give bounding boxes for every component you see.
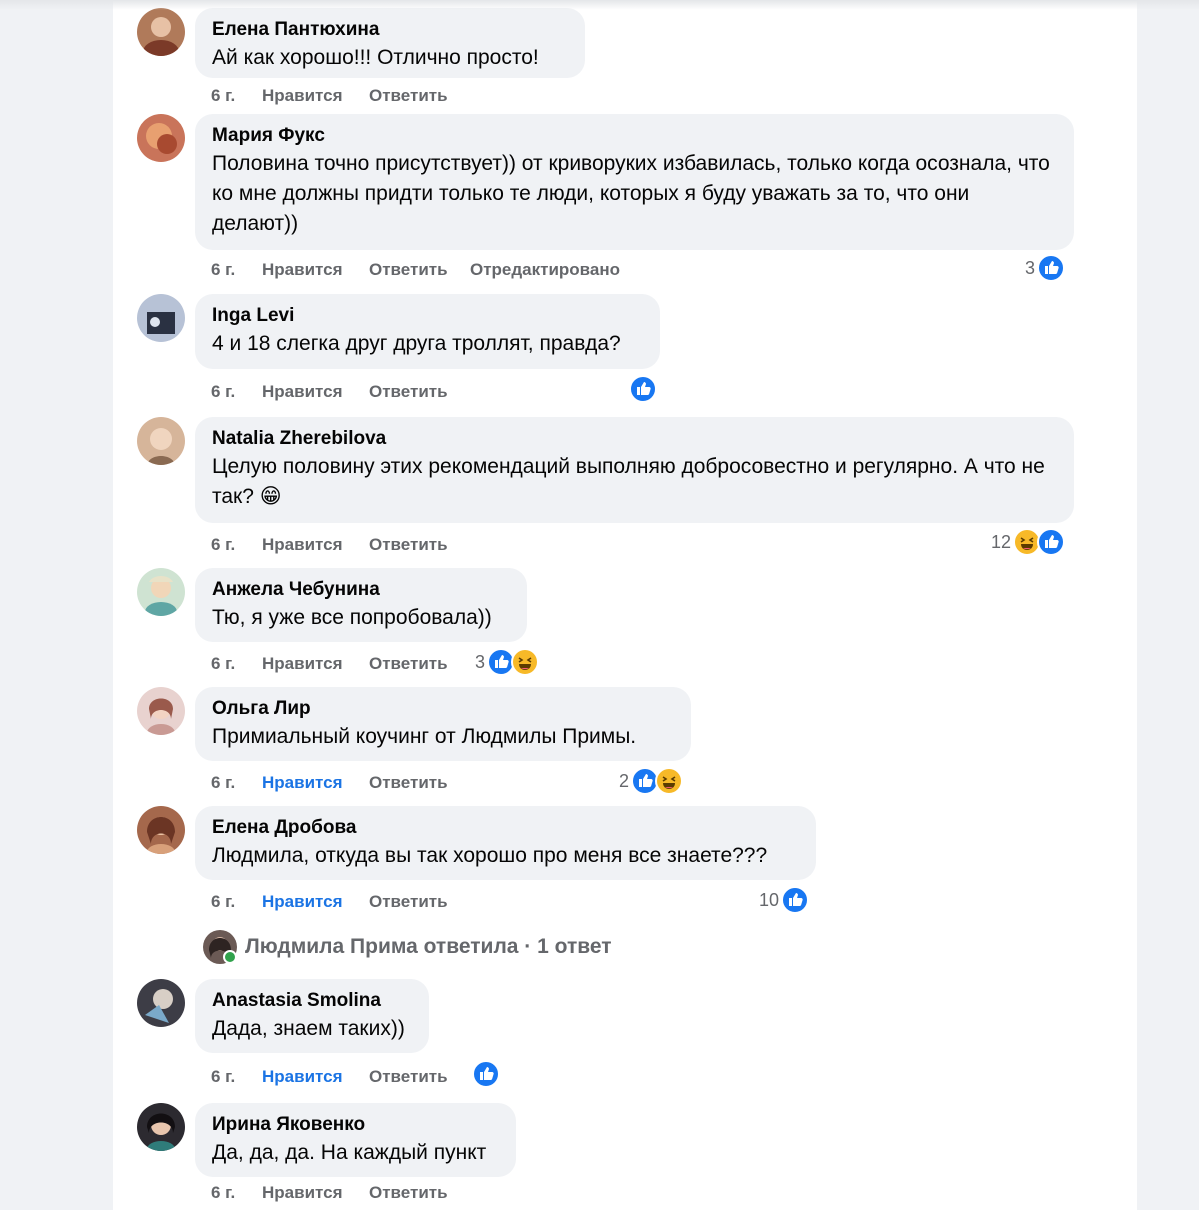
comment-bubble: Ирина Яковенко Да, да, да. На каждый пун… (195, 1103, 516, 1177)
reaction-summary[interactable]: 3 (475, 648, 540, 676)
comment-author[interactable]: Мария Фукс (212, 124, 1057, 148)
like-button[interactable]: Нравится (262, 1181, 343, 1205)
reaction-count: 12 (991, 532, 1012, 552)
comment-text: Дада, знаем таких)) (212, 1017, 405, 1040)
reply-button[interactable]: Ответить (369, 1181, 448, 1205)
comment-time[interactable]: 6 г. (211, 84, 235, 108)
comment-text: 4 и 18 слегка друг друга троллят, правда… (212, 332, 621, 355)
reaction-count: 3 (1025, 258, 1036, 278)
avatar[interactable] (137, 8, 185, 56)
comment-time[interactable]: 6 г. (211, 652, 235, 676)
like-button[interactable]: Нравится (262, 380, 343, 404)
reaction-summary[interactable] (472, 1060, 500, 1088)
comment-text: Людмила, откуда вы так хорошо про меня в… (212, 844, 768, 867)
like-reaction-icon (1037, 254, 1066, 282)
comment-author[interactable]: Елена Пантюхина (212, 18, 568, 42)
comment-author[interactable]: Анжела Чебунина (212, 578, 510, 602)
like-button[interactable]: Нравится (262, 533, 343, 557)
comment-time[interactable]: 6 г. (211, 533, 235, 557)
reply-button[interactable]: Ответить (369, 1065, 448, 1089)
comment-text: Целую половину этих рекомендаций выполня… (212, 455, 1045, 508)
comment-author[interactable]: Inga Levi (212, 304, 643, 328)
like-button[interactable]: Нравится (262, 258, 343, 282)
like-reaction-icon (1037, 528, 1066, 556)
top-shadow (0, 0, 1199, 10)
avatar[interactable] (137, 806, 185, 854)
like-reaction-icon (629, 375, 657, 403)
avatar[interactable] (137, 1103, 185, 1151)
like-button[interactable]: Нравится (262, 84, 343, 108)
comment-author[interactable]: Natalia Zherebilova (212, 427, 1057, 451)
reply-button[interactable]: Ответить (369, 380, 448, 404)
like-button[interactable]: Нравится (262, 1065, 343, 1089)
reply-button[interactable]: Ответить (369, 533, 448, 557)
reply-button[interactable]: Ответить (369, 890, 448, 914)
reply-button[interactable]: Ответить (369, 84, 448, 108)
like-reaction-icon (472, 1060, 500, 1088)
reply-summary-text[interactable]: Людмила Прима ответила · 1 ответ (245, 935, 612, 959)
comment-bubble: Мария Фукс Половина точно присутствует))… (195, 114, 1074, 250)
comment-bubble: Елена Пантюхина Ай как хорошо!!! Отлично… (195, 8, 585, 78)
reaction-count: 3 (475, 652, 486, 672)
reply-button[interactable]: Ответить (369, 771, 448, 795)
comment-author[interactable]: Ольга Лир (212, 697, 674, 721)
comment-time[interactable]: 6 г. (211, 771, 235, 795)
comment-time[interactable]: 6 г. (211, 890, 235, 914)
comment-text: Примиальный коучинг от Людмилы Примы. (212, 725, 637, 748)
avatar[interactable] (137, 979, 185, 1027)
reply-button[interactable]: Ответить (369, 652, 448, 676)
avatar[interactable] (137, 417, 185, 465)
avatar[interactable] (137, 114, 185, 162)
comment-author[interactable]: Елена Дробова (212, 816, 799, 840)
reply-button[interactable]: Ответить (369, 258, 448, 282)
online-status-dot (223, 950, 237, 964)
like-button[interactable]: Нравится (262, 652, 343, 676)
reaction-count: 2 (619, 771, 630, 791)
comment-bubble: Елена Дробова Людмила, откуда вы так хор… (195, 806, 816, 880)
comment-time[interactable]: 6 г. (211, 258, 235, 282)
haha-reaction-icon (511, 648, 540, 676)
view-replies-link[interactable]: Людмила Прима ответила · 1 ответ (203, 929, 612, 965)
comment-time[interactable]: 6 г. (211, 1181, 235, 1205)
haha-reaction-icon (655, 767, 684, 795)
comment-bubble: Ольга Лир Примиальный коучинг от Людмилы… (195, 687, 691, 761)
reaction-summary[interactable]: 3 (1025, 254, 1066, 282)
reaction-summary[interactable]: 10 (759, 886, 810, 914)
reaction-count: 10 (759, 890, 780, 910)
comment-bubble: Natalia Zherebilova Целую половину этих … (195, 417, 1074, 523)
comments-panel: Елена Пантюхина Ай как хорошо!!! Отлично… (113, 0, 1137, 1210)
like-button[interactable]: Нравится (262, 771, 343, 795)
avatar[interactable] (137, 568, 185, 616)
comment-author[interactable]: Ирина Яковенко (212, 1113, 499, 1137)
comment-bubble: Inga Levi 4 и 18 слегка друг друга тролл… (195, 294, 660, 369)
like-button[interactable]: Нравится (262, 890, 343, 914)
comment-time[interactable]: 6 г. (211, 380, 235, 404)
comment-text: Да, да, да. На каждый пункт (212, 1141, 487, 1164)
reaction-summary[interactable] (629, 375, 657, 403)
comment-author[interactable]: Anastasia Smolina (212, 989, 412, 1013)
comment-text: Ай как хорошо!!! Отлично просто! (212, 46, 539, 69)
comment-bubble: Анжела Чебунина Тю, я уже все попробовал… (195, 568, 527, 642)
reply-author-avatar (203, 930, 237, 964)
edited-label[interactable]: Отредактировано (470, 258, 620, 282)
comment-bubble: Anastasia Smolina Дада, знаем таких)) (195, 979, 429, 1053)
like-reaction-icon (781, 886, 810, 914)
avatar[interactable] (137, 294, 185, 342)
reaction-summary[interactable]: 12 (991, 528, 1066, 556)
comment-text: Тю, я уже все попробовала)) (212, 606, 492, 629)
comment-time[interactable]: 6 г. (211, 1065, 235, 1089)
reaction-summary[interactable]: 2 (619, 767, 684, 795)
avatar[interactable] (137, 687, 185, 735)
comment-text: Половина точно присутствует)) от кривору… (212, 152, 1050, 235)
